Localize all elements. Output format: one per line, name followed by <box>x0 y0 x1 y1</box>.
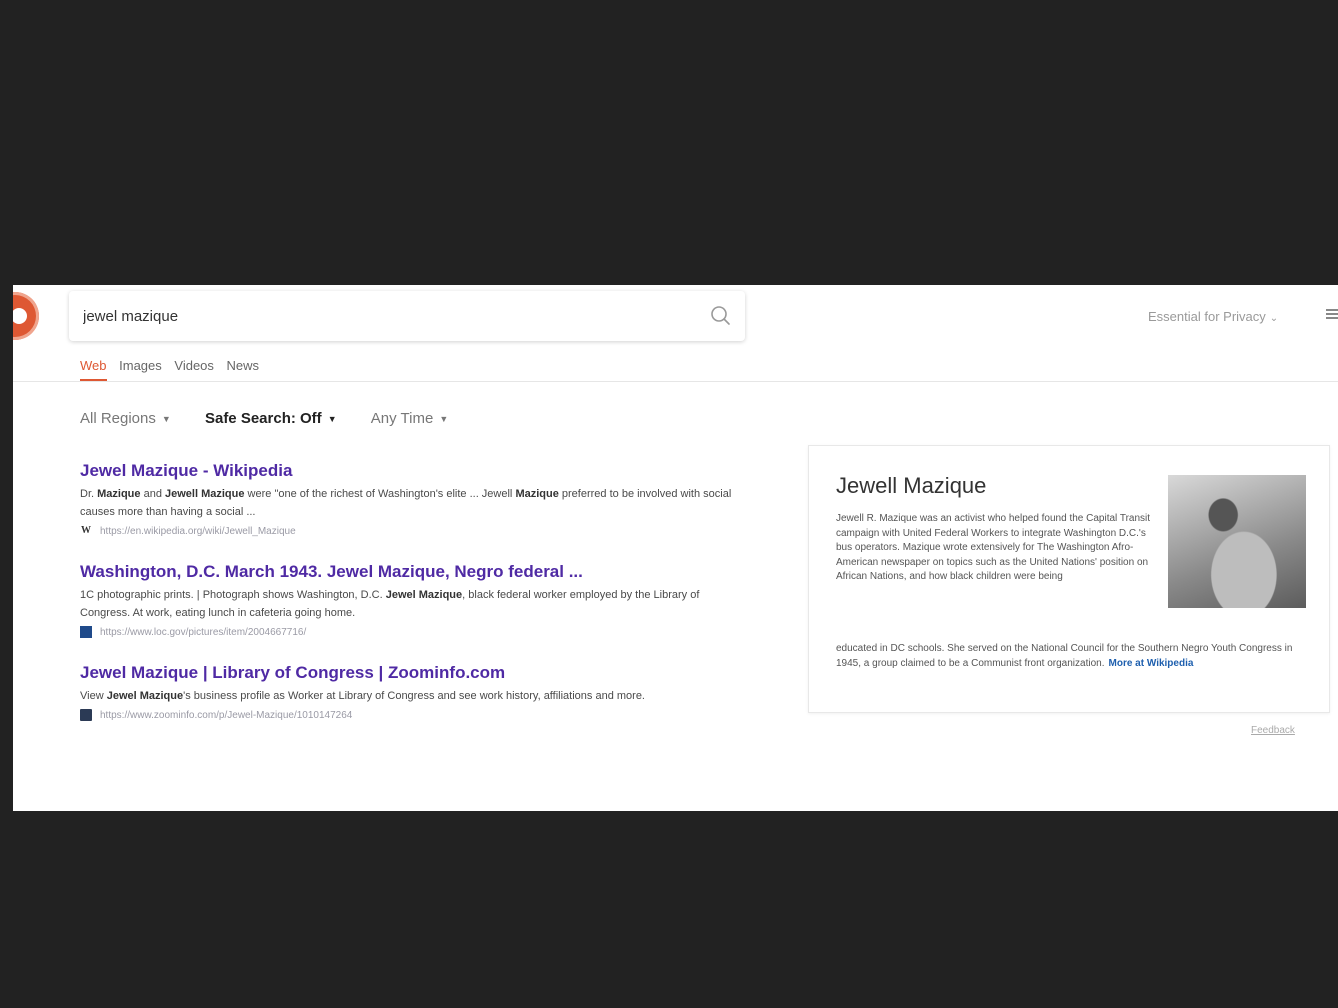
snippet-highlight: Jewel Mazique <box>106 690 184 702</box>
tab-images[interactable]: Images <box>119 358 162 381</box>
result-url-row: https://www.zoominfo.com/p/Jewel-Mazique… <box>80 709 740 721</box>
result-snippet: Dr. Mazique and Jewell Mazique were "one… <box>80 485 740 521</box>
result-item: Jewel Mazique | Library of Congress | Zo… <box>80 663 740 721</box>
panel-title: Jewell Mazique <box>836 473 987 498</box>
filter-safe-search[interactable]: Safe Search: Off ▼ <box>205 410 337 427</box>
filter-time[interactable]: Any Time ▼ <box>371 410 448 427</box>
result-title-link[interactable]: Jewel Mazique | Library of Congress | Zo… <box>80 663 740 683</box>
filter-safe-search-label: Safe Search: Off <box>204 410 322 427</box>
privacy-label: Essential for Privacy <box>1148 309 1266 324</box>
search-box <box>69 291 745 341</box>
browser-page: Essential for Privacy⌄ Web Images Videos… <box>13 285 1338 811</box>
caret-down-icon: ▼ <box>161 414 171 425</box>
result-url-row: https://www.loc.gov/pictures/item/200466… <box>80 626 740 638</box>
snippet-text: Dr. <box>80 488 98 500</box>
wikipedia-favicon-icon: W <box>81 525 91 536</box>
result-snippet: 1C photographic prints. | Photograph sho… <box>80 586 740 622</box>
loc-favicon-icon <box>80 626 92 638</box>
privacy-dropdown[interactable]: Essential for Privacy ⌄ <box>1148 309 1278 324</box>
panel-description: Jewell R. Mazique was an activist who he… <box>836 513 1151 582</box>
result-url-row: W https://en.wikipedia.org/wiki/Jewell_M… <box>80 525 740 537</box>
results-list: Jewel Mazique - Wikipedia Dr. Mazique an… <box>80 461 740 746</box>
tab-news[interactable]: News <box>227 358 260 381</box>
snippet-text: were "one of the richest of Washington's… <box>244 488 516 500</box>
duckduckgo-logo[interactable] <box>13 292 39 340</box>
search-input[interactable] <box>81 304 685 328</box>
menu-icon[interactable] <box>1325 307 1338 321</box>
filter-region[interactable]: All Regions ▼ <box>80 410 171 427</box>
caret-down-icon: ▼ <box>327 414 337 425</box>
more-at-wikipedia-link[interactable]: More at Wikipedia <box>1109 658 1194 669</box>
result-url[interactable]: https://www.loc.gov/pictures/item/200466… <box>100 627 306 638</box>
caret-down-icon: ▼ <box>439 414 449 425</box>
panel-description-tail: educated in DC schools. She served on th… <box>836 643 1293 669</box>
result-url[interactable]: https://en.wikipedia.org/wiki/Jewell_Maz… <box>100 526 296 537</box>
feedback-link[interactable]: Feedback <box>1251 725 1295 736</box>
search-icon[interactable] <box>709 304 733 328</box>
result-item: Washington, D.C. March 1943. Jewel Maziq… <box>80 562 740 638</box>
result-title-link[interactable]: Washington, D.C. March 1943. Jewel Maziq… <box>80 562 740 582</box>
chevron-down-icon: ⌄ <box>1269 313 1279 324</box>
snippet-text: View <box>80 690 107 702</box>
snippet-highlight: Mazique <box>515 488 559 500</box>
snippet-highlight: Mazique <box>97 488 141 500</box>
search-tabs: Web Images Videos News <box>80 358 268 381</box>
search-filters: All Regions ▼ Safe Search: Off ▼ Any Time ▼ <box>80 410 478 427</box>
snippet-text: 1C photographic prints. | Photograph sho… <box>80 589 386 601</box>
snippet-text: and <box>140 488 165 500</box>
snippet-highlight: Jewell Mazique <box>165 488 245 500</box>
snippet-text: 's business profile as Worker at Library… <box>183 690 645 702</box>
result-snippet: View Jewel Mazique's business profile as… <box>80 687 740 705</box>
filter-time-label: Any Time <box>370 410 434 427</box>
result-title-link[interactable]: Jewel Mazique - Wikipedia <box>80 461 740 481</box>
panel-portrait-image[interactable] <box>1168 475 1306 608</box>
tab-web[interactable]: Web <box>80 358 107 381</box>
panel-description-continued: educated in DC schools. She served on th… <box>836 642 1306 671</box>
knowledge-panel: Jewell Mazique Jewell R. Mazique was an … <box>808 445 1330 713</box>
tab-videos[interactable]: Videos <box>174 358 214 381</box>
zoominfo-favicon-icon <box>80 709 92 721</box>
filter-region-label: All Regions <box>80 410 156 427</box>
snippet-highlight: Jewel Mazique <box>385 589 463 601</box>
result-url[interactable]: https://www.zoominfo.com/p/Jewel-Mazique… <box>100 710 352 721</box>
result-item: Jewel Mazique - Wikipedia Dr. Mazique an… <box>80 461 740 537</box>
search-header: Essential for Privacy⌄ Web Images Videos… <box>13 285 1338 382</box>
